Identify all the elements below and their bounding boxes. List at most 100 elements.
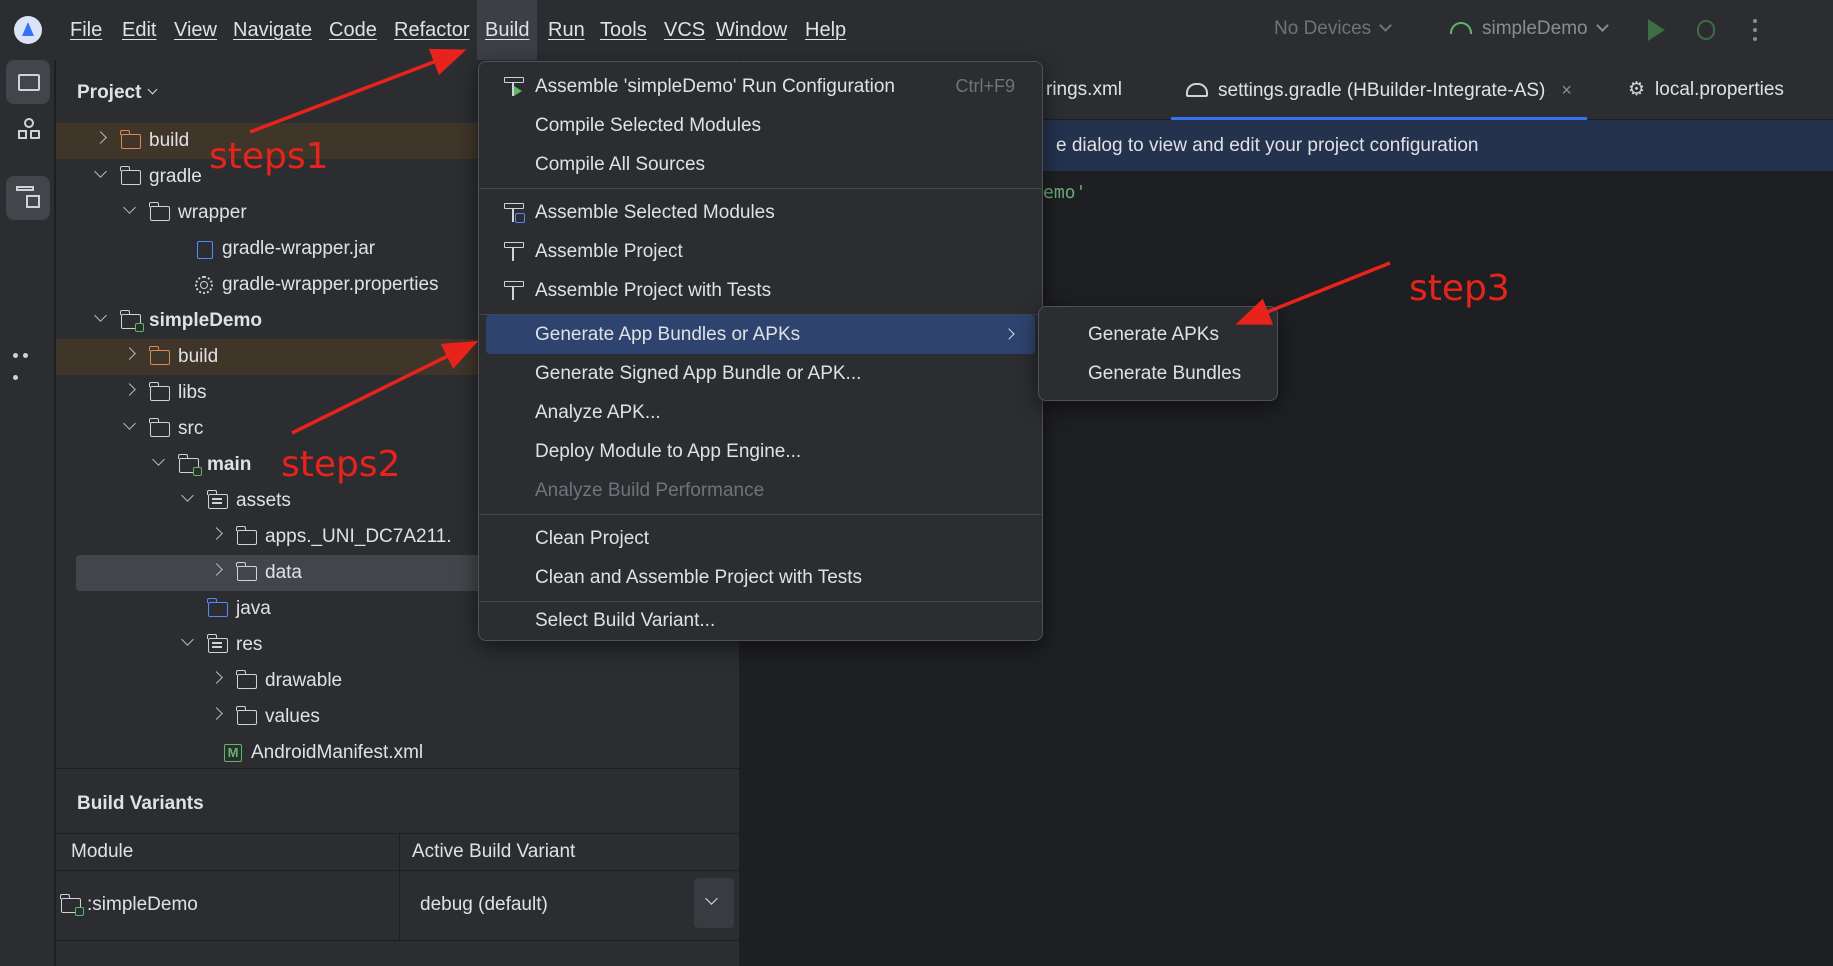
chevron-right-icon[interactable] (123, 347, 136, 360)
menu-item-label: Compile Selected Modules (535, 115, 762, 136)
menu-build[interactable]: Build (477, 0, 538, 60)
chevron-down-icon[interactable] (181, 489, 194, 502)
menu-item-compile-selected-modules[interactable]: Compile Selected Modules (486, 106, 1035, 145)
variant-select[interactable]: debug (default) (420, 870, 548, 940)
chevron-down-icon[interactable] (152, 453, 165, 466)
shortcut-label: Ctrl+F9 (955, 76, 1015, 96)
tree-item-label: apps._UNI_DC7A211. (265, 526, 452, 547)
menu-item-assemble-selected-modules[interactable]: Assemble Selected Modules (486, 193, 1035, 232)
menu-vcs[interactable]: VCS (656, 0, 713, 60)
menu-item-assemble-project-tests[interactable]: Assemble Project with Tests (486, 271, 1035, 310)
column-divider[interactable] (399, 834, 400, 940)
android-icon (1450, 22, 1472, 34)
menu-edit[interactable]: Edit (114, 0, 164, 60)
menu-item-deploy-app-engine[interactable]: Deploy Module to App Engine... (486, 432, 1035, 471)
chevron-right-icon[interactable] (123, 383, 136, 396)
menu-run[interactable]: Run (540, 0, 593, 60)
tree-item-android-manifest[interactable]: M AndroidManifest.xml (56, 735, 740, 771)
build-variants-icon (16, 186, 42, 210)
tab-strings-xml[interactable]: rings.xml (1046, 60, 1122, 120)
run-icon[interactable] (1648, 19, 1665, 41)
menu-item-compile-all-sources[interactable]: Compile All Sources (486, 145, 1035, 184)
build-menu-dropdown: Assemble 'simpleDemo' Run Configuration … (478, 61, 1043, 641)
menu-item-generate-bundles-apks[interactable]: Generate App Bundles or APKs (486, 315, 1035, 354)
menu-item-select-build-variant[interactable]: Select Build Variant... (486, 601, 1035, 640)
chevron-right-icon[interactable] (210, 563, 223, 576)
gradle-icon (1186, 83, 1208, 97)
menu-item-label: Analyze APK... (535, 402, 661, 423)
folder-icon (236, 706, 257, 725)
resource-manager-tool-button[interactable] (6, 108, 50, 152)
tree-item-label: assets (236, 490, 291, 511)
chevron-down-icon[interactable] (94, 309, 107, 322)
code-line[interactable]: emo' (1043, 182, 1086, 203)
variant-dropdown-button[interactable] (694, 878, 734, 928)
run-config-selector[interactable]: simpleDemo (1450, 18, 1609, 40)
chevron-down-icon (147, 84, 158, 95)
chevron-right-icon[interactable] (210, 671, 223, 684)
chevron-right-icon[interactable] (94, 131, 107, 144)
project-tool-button[interactable] (6, 60, 50, 104)
tab-settings-gradle[interactable]: settings.gradle (HBuilder-Integrate-AS) × (1171, 60, 1587, 120)
menu-item-label: Generate App Bundles or APKs (535, 324, 801, 345)
menu-item-label: Select Build Variant... (535, 610, 716, 631)
tab-label: local.properties (1655, 79, 1784, 100)
menu-item-clean-project[interactable]: Clean Project (486, 519, 1035, 558)
more-tools-icon[interactable] (13, 342, 41, 380)
chevron-down-icon[interactable] (181, 633, 194, 646)
build-variants-table: Module Active Build Variant :simpleDemo … (56, 833, 740, 941)
menu-item-assemble-run-config[interactable]: Assemble 'simpleDemo' Run Configuration … (486, 67, 1035, 106)
annotation-step1-label: steps1 (209, 136, 329, 177)
chevron-down-icon (1379, 19, 1393, 32)
menu-code[interactable]: Code (321, 0, 385, 60)
menu-separator (479, 188, 1042, 189)
folder-icon (149, 346, 170, 365)
menu-item-assemble-project[interactable]: Assemble Project (486, 232, 1035, 271)
module-folder-icon (178, 454, 202, 476)
tree-item-label: build (149, 130, 190, 151)
menu-window[interactable]: Window (708, 0, 795, 60)
resource-folder-icon (207, 634, 228, 653)
menu-refactor[interactable]: Refactor (386, 0, 478, 60)
chevron-right-icon[interactable] (210, 527, 223, 540)
module-name: :simpleDemo (87, 894, 198, 915)
column-header-module[interactable]: Module (71, 834, 133, 870)
menu-tools[interactable]: Tools (592, 0, 655, 60)
tool-window-strip (0, 60, 55, 966)
build-variants-tool-button[interactable] (6, 176, 50, 220)
tree-item-drawable[interactable]: drawable (56, 663, 740, 699)
build-variants-title: Build Variants (77, 793, 204, 814)
menu-item-generate-bundles[interactable]: Generate Bundles (1046, 354, 1270, 393)
more-options-icon[interactable] (1753, 19, 1757, 43)
menu-item-label: Clean and Assemble Project with Tests (535, 567, 863, 588)
menu-item-label: Deploy Module to App Engine... (535, 441, 802, 462)
android-studio-logo-icon[interactable] (14, 16, 42, 44)
menu-item-clean-assemble-tests[interactable]: Clean and Assemble Project with Tests (486, 558, 1035, 597)
tree-item-label: gradle-wrapper.properties (222, 274, 439, 295)
table-row-module[interactable]: :simpleDemo (60, 870, 198, 940)
project-title-label: Project (77, 82, 142, 103)
project-view-selector[interactable]: Project (77, 82, 158, 104)
menu-item-analyze-apk[interactable]: Analyze APK... (486, 393, 1035, 432)
menu-help[interactable]: Help (797, 0, 854, 60)
chevron-down-icon[interactable] (123, 201, 136, 214)
menu-navigate[interactable]: Navigate (225, 0, 320, 60)
column-header-variant[interactable]: Active Build Variant (412, 834, 575, 870)
hammer-icon (504, 281, 526, 301)
chevron-right-icon[interactable] (210, 707, 223, 720)
close-icon[interactable]: × (1561, 60, 1572, 120)
folder-icon (120, 166, 141, 185)
debug-icon[interactable] (1697, 20, 1715, 40)
hammer-module-icon (504, 203, 526, 223)
menu-item-generate-apks[interactable]: Generate APKs (1046, 315, 1270, 354)
tab-local-properties[interactable]: ⚙ local.properties (1628, 60, 1784, 120)
menu-item-generate-signed[interactable]: Generate Signed App Bundle or APK... (486, 354, 1035, 393)
module-folder-icon (60, 894, 84, 916)
gear-icon: ⚙ (1628, 79, 1646, 100)
tree-item-values[interactable]: values (56, 699, 740, 735)
chevron-down-icon[interactable] (123, 417, 136, 430)
device-selector[interactable]: No Devices (1274, 18, 1393, 40)
chevron-down-icon[interactable] (94, 165, 107, 178)
menu-view[interactable]: View (166, 0, 225, 60)
menu-file[interactable]: File (62, 0, 110, 60)
